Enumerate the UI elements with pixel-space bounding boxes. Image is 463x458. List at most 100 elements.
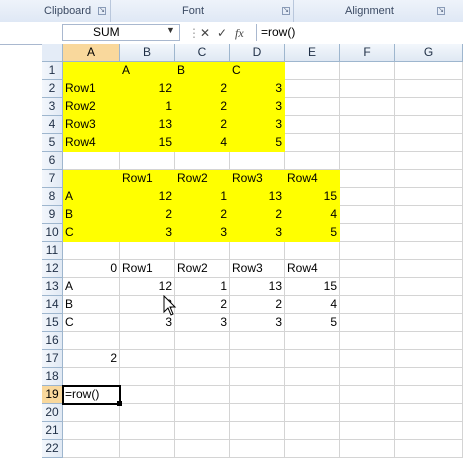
enter-icon[interactable]: ✓ xyxy=(217,26,227,40)
cell-a7[interactable] xyxy=(63,170,120,188)
row-header-15[interactable]: 15 xyxy=(42,314,63,332)
cell-c19[interactable] xyxy=(175,386,230,404)
row-header-14[interactable]: 14 xyxy=(42,296,63,314)
cell-c7[interactable]: Row2 xyxy=(175,170,230,188)
cell-a11[interactable] xyxy=(63,242,120,260)
cell-d3[interactable]: 3 xyxy=(230,98,285,116)
cell-f20[interactable] xyxy=(340,404,395,422)
cell-d13[interactable]: 13 xyxy=(230,278,285,296)
cell-b11[interactable] xyxy=(120,242,175,260)
cell-f4[interactable] xyxy=(340,116,395,134)
cell-d9[interactable]: 2 xyxy=(230,206,285,224)
cell-b5[interactable]: 15 xyxy=(120,134,175,152)
cell-e1[interactable] xyxy=(285,62,340,80)
cell-f5[interactable] xyxy=(340,134,395,152)
cell-d10[interactable]: 3 xyxy=(230,224,285,242)
cell-g4[interactable] xyxy=(395,116,463,134)
cell-b6[interactable] xyxy=(120,152,175,170)
cell-b18[interactable] xyxy=(120,368,175,386)
cell-e20[interactable] xyxy=(285,404,340,422)
cell-c1[interactable]: B xyxy=(175,62,230,80)
cell-f6[interactable] xyxy=(340,152,395,170)
cell-d22[interactable] xyxy=(230,440,285,458)
cell-f12[interactable] xyxy=(340,260,395,278)
cell-a3[interactable]: Row2 xyxy=(63,98,120,116)
row-header-17[interactable]: 17 xyxy=(42,350,63,368)
cell-e10[interactable]: 5 xyxy=(285,224,340,242)
cell-d15[interactable]: 3 xyxy=(230,314,285,332)
name-box[interactable]: SUM xyxy=(62,24,180,41)
cell-b21[interactable] xyxy=(120,422,175,440)
row-header-16[interactable]: 16 xyxy=(42,332,63,350)
cell-f3[interactable] xyxy=(340,98,395,116)
column-header-c[interactable]: C xyxy=(175,44,230,62)
cell-d1[interactable]: C xyxy=(230,62,285,80)
insert-function-icon[interactable]: fx xyxy=(235,26,244,41)
cell-f13[interactable] xyxy=(340,278,395,296)
row-header-20[interactable]: 20 xyxy=(42,404,63,422)
cell-d16[interactable] xyxy=(230,332,285,350)
cell-c10[interactable]: 3 xyxy=(175,224,230,242)
cell-g22[interactable] xyxy=(395,440,463,458)
cell-g10[interactable] xyxy=(395,224,463,242)
row-header-4[interactable]: 4 xyxy=(42,116,63,134)
cell-a12[interactable]: 0 xyxy=(63,260,120,278)
cell-a18[interactable] xyxy=(63,368,120,386)
cell-f21[interactable] xyxy=(340,422,395,440)
cell-c11[interactable] xyxy=(175,242,230,260)
cell-a21[interactable] xyxy=(63,422,120,440)
name-box-dropdown-icon[interactable]: ▼ xyxy=(166,25,175,35)
alignment-launcher-icon[interactable]: ↘ xyxy=(437,7,445,15)
row-header-18[interactable]: 18 xyxy=(42,368,63,386)
cell-d8[interactable]: 13 xyxy=(230,188,285,206)
cell-a15[interactable]: C xyxy=(63,314,120,332)
cell-g15[interactable] xyxy=(395,314,463,332)
cell-a5[interactable]: Row4 xyxy=(63,134,120,152)
cell-b17[interactable] xyxy=(120,350,175,368)
cell-e9[interactable]: 4 xyxy=(285,206,340,224)
cell-a14[interactable]: B xyxy=(63,296,120,314)
cell-e15[interactable]: 5 xyxy=(285,314,340,332)
cell-g16[interactable] xyxy=(395,332,463,350)
row-header-12[interactable]: 12 xyxy=(42,260,63,278)
cell-g17[interactable] xyxy=(395,350,463,368)
cell-b7[interactable]: Row1 xyxy=(120,170,175,188)
cell-g2[interactable] xyxy=(395,80,463,98)
cell-e14[interactable]: 4 xyxy=(285,296,340,314)
cancel-icon[interactable]: ✕ xyxy=(200,26,210,40)
cell-d5[interactable]: 5 xyxy=(230,134,285,152)
cell-g11[interactable] xyxy=(395,242,463,260)
cell-a22[interactable] xyxy=(63,440,120,458)
cell-e18[interactable] xyxy=(285,368,340,386)
cell-b1[interactable]: A xyxy=(120,62,175,80)
cell-b22[interactable] xyxy=(120,440,175,458)
cell-g9[interactable] xyxy=(395,206,463,224)
cell-b8[interactable]: 12 xyxy=(120,188,175,206)
cell-d11[interactable] xyxy=(230,242,285,260)
cell-c14[interactable]: 2 xyxy=(175,296,230,314)
cell-f17[interactable] xyxy=(340,350,395,368)
cell-f1[interactable] xyxy=(340,62,395,80)
cell-d2[interactable]: 3 xyxy=(230,80,285,98)
cell-c15[interactable]: 3 xyxy=(175,314,230,332)
cell-e22[interactable] xyxy=(285,440,340,458)
cell-c20[interactable] xyxy=(175,404,230,422)
row-header-10[interactable]: 10 xyxy=(42,224,63,242)
cell-g5[interactable] xyxy=(395,134,463,152)
cell-e13[interactable]: 15 xyxy=(285,278,340,296)
cell-f18[interactable] xyxy=(340,368,395,386)
cell-g19[interactable] xyxy=(395,386,463,404)
cell-c9[interactable]: 2 xyxy=(175,206,230,224)
cell-g8[interactable] xyxy=(395,188,463,206)
row-header-2[interactable]: 2 xyxy=(42,80,63,98)
cell-g1[interactable] xyxy=(395,62,463,80)
cell-c12[interactable]: Row2 xyxy=(175,260,230,278)
cell-f2[interactable] xyxy=(340,80,395,98)
row-header-7[interactable]: 7 xyxy=(42,170,63,188)
cell-g6[interactable] xyxy=(395,152,463,170)
row-header-13[interactable]: 13 xyxy=(42,278,63,296)
cell-f16[interactable] xyxy=(340,332,395,350)
cell-g12[interactable] xyxy=(395,260,463,278)
cell-g14[interactable] xyxy=(395,296,463,314)
cell-g20[interactable] xyxy=(395,404,463,422)
